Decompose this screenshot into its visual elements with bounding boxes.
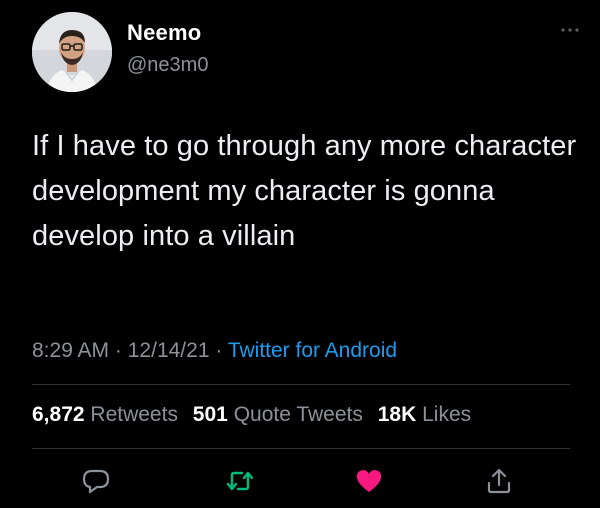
likes-count: 18K <box>377 403 417 426</box>
retweets-label: Retweets <box>90 403 178 426</box>
avatar[interactable] <box>32 12 112 92</box>
more-options-icon[interactable] <box>560 22 580 32</box>
tweet-text: If I have to go through any more charact… <box>32 130 577 252</box>
retweet-icon <box>226 471 254 491</box>
engagement-stats: 6,872 Retweets 501 Quote Tweets 18K Like… <box>32 403 480 427</box>
divider <box>32 448 570 449</box>
likes-label: Likes <box>422 403 472 426</box>
user-handle[interactable]: @ne3m0 <box>127 54 208 77</box>
tweet-source-link[interactable]: Twitter for Android <box>228 339 397 362</box>
meta-separator: · <box>114 339 122 362</box>
reply-button[interactable] <box>81 466 111 496</box>
meta-separator: · <box>215 339 223 362</box>
tweet-card: Neemo @ne3m0 If I have to go through any… <box>0 0 600 508</box>
divider <box>32 384 570 385</box>
quote-tweets-stat[interactable]: 501 Quote Tweets <box>193 403 363 426</box>
tweet-metadata: 8:29 AM · 12/14/21 · Twitter for Android <box>32 339 397 363</box>
tweet-time[interactable]: 8:29 AM <box>32 339 109 362</box>
quotes-count: 501 <box>192 403 228 426</box>
avatar-image <box>32 12 112 92</box>
share-button[interactable] <box>484 466 514 496</box>
heart-icon <box>356 470 382 492</box>
action-bar <box>0 466 600 500</box>
share-icon <box>487 468 511 494</box>
quotes-label: Quote Tweets <box>233 403 363 426</box>
retweets-count: 6,872 <box>32 403 85 426</box>
likes-stat[interactable]: 18K Likes <box>378 403 471 426</box>
like-button[interactable] <box>354 466 384 496</box>
reply-icon <box>82 469 110 494</box>
retweets-stat[interactable]: 6,872 Retweets <box>32 403 178 426</box>
retweet-button[interactable] <box>225 466 255 496</box>
tweet-date[interactable]: 12/14/21 <box>128 339 210 362</box>
display-name[interactable]: Neemo <box>127 20 201 46</box>
